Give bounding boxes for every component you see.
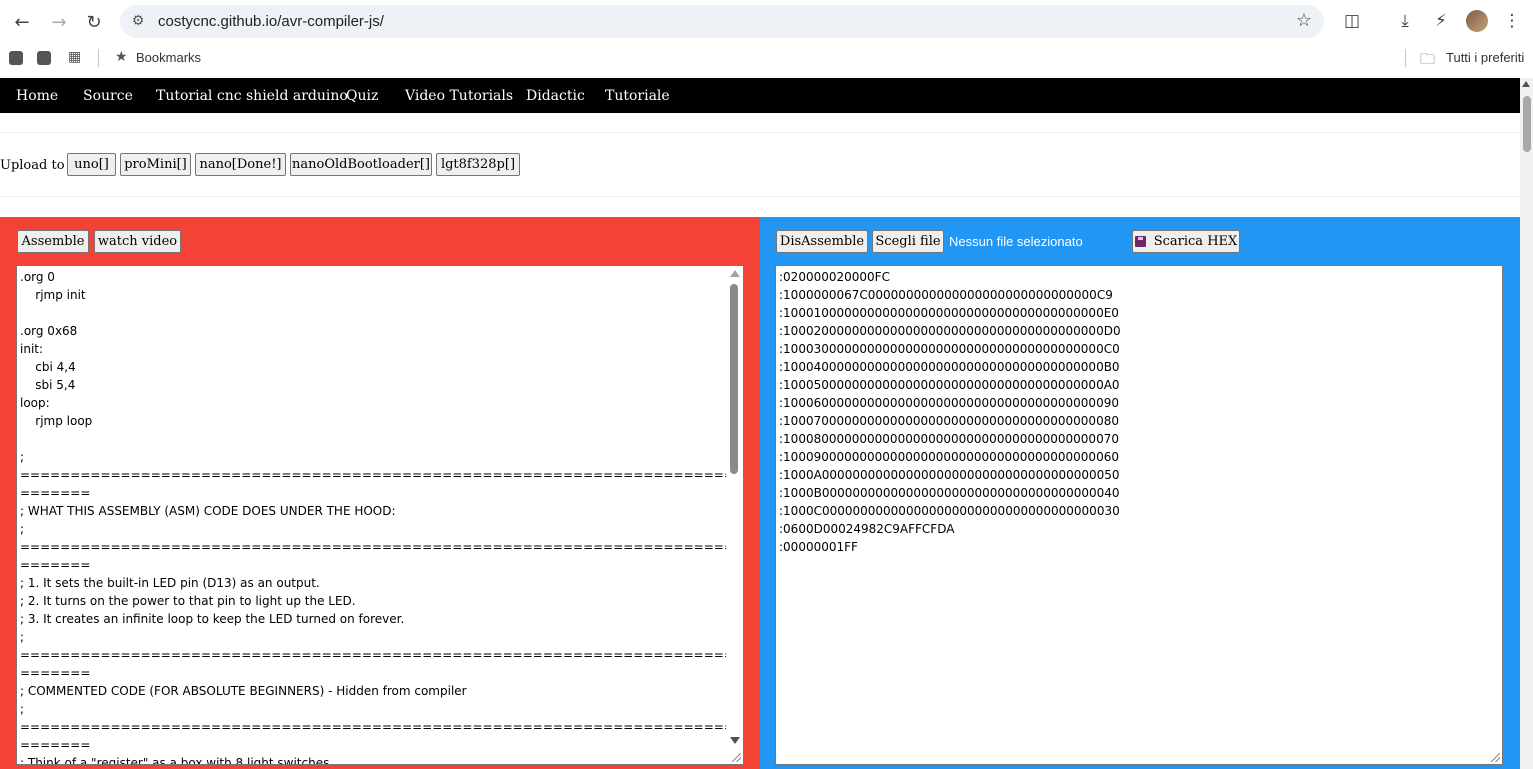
scroll-thumb[interactable] bbox=[730, 284, 738, 474]
no-file-selected-label: Nessun file selezionato bbox=[949, 234, 1083, 249]
nav-tutoriale[interactable]: Tutoriale bbox=[605, 88, 670, 104]
star-icon[interactable]: ☆ bbox=[1296, 10, 1312, 31]
upload-label: Upload to : bbox=[0, 158, 74, 173]
resize-handle-icon[interactable] bbox=[1491, 753, 1500, 762]
menu-icon[interactable]: ⋮ bbox=[1500, 9, 1524, 33]
choose-file-button[interactable]: Scegli file bbox=[872, 230, 944, 253]
editor-scrollbar[interactable] bbox=[726, 266, 743, 764]
nav-source[interactable]: Source bbox=[83, 88, 133, 104]
extensions-icon[interactable]: ◫ bbox=[1340, 9, 1364, 33]
upload-promini-button[interactable]: proMini[] bbox=[120, 153, 191, 176]
url-text[interactable]: costycnc.github.io/avr-compiler-js/ bbox=[158, 13, 384, 30]
disassemble-button[interactable]: DisAssemble bbox=[776, 230, 868, 253]
download-hex-label: Scarica HEX bbox=[1153, 234, 1238, 249]
download-icon[interactable]: ⤓ bbox=[1393, 9, 1417, 33]
upload-uno-button[interactable]: uno[] bbox=[67, 153, 116, 176]
asm-code-textarea[interactable]: .org 0 rjmp init .org 0x68 init: cbi 4,4… bbox=[16, 265, 744, 765]
apps-grid-icon[interactable]: ▦ bbox=[68, 50, 83, 65]
upload-nano-old-bootloader-button[interactable]: nanoOldBootloader[] bbox=[290, 153, 432, 176]
divider bbox=[1405, 49, 1406, 67]
all-favorites-folder[interactable]: Tutti i preferiti bbox=[1446, 50, 1524, 65]
avatar[interactable] bbox=[1466, 10, 1488, 32]
scroll-thumb[interactable] bbox=[1523, 96, 1531, 152]
nav-home[interactable]: Home bbox=[16, 88, 58, 104]
disassembler-panel: DisAssemble Scegli file Nessun file sele… bbox=[760, 217, 1520, 769]
scroll-up-icon[interactable] bbox=[1522, 81, 1530, 87]
bookmark-app-icon[interactable] bbox=[37, 51, 51, 65]
upload-lgt8f328p-button[interactable]: lgt8f328p[] bbox=[436, 153, 520, 176]
hex-output-textarea[interactable]: :020000020000FC :1000000067C000000000000… bbox=[775, 265, 1503, 765]
bookmarks-folder[interactable]: Bookmarks bbox=[136, 50, 201, 65]
divider bbox=[0, 132, 1520, 133]
reload-icon[interactable]: ↻ bbox=[80, 8, 108, 36]
assemble-button[interactable]: Assemble bbox=[17, 230, 89, 253]
page-scrollbar[interactable] bbox=[1520, 78, 1533, 769]
assembler-panel: Assemble watch video .org 0 rjmp init .o… bbox=[0, 217, 760, 769]
nav-didactic[interactable]: Didactic bbox=[526, 88, 585, 104]
bookmarks-bar: ▦ ★ Bookmarks 🗀 Tutti i preferiti bbox=[0, 44, 1533, 72]
site-navbar: Home Source Tutorial cnc shield arduino … bbox=[0, 78, 1520, 113]
bookmark-app-icon[interactable] bbox=[9, 51, 23, 65]
folder-icon: 🗀 bbox=[1420, 50, 1436, 68]
resize-handle-icon[interactable] bbox=[732, 753, 741, 762]
performance-icon[interactable]: ⚡ bbox=[1429, 9, 1453, 33]
browser-toolbar: ← → ↻ ⚙ costycnc.github.io/avr-compiler-… bbox=[0, 0, 1533, 78]
nav-video-tutorials[interactable]: Video Tutorials bbox=[405, 88, 513, 104]
divider bbox=[98, 49, 99, 67]
nav-tutorial-cnc-shield[interactable]: Tutorial cnc shield arduino bbox=[156, 88, 348, 104]
forward-icon[interactable]: → bbox=[45, 8, 73, 36]
download-hex-button[interactable]: Scarica HEX bbox=[1132, 230, 1240, 253]
divider bbox=[0, 196, 1520, 197]
bookmark-star-icon: ★ bbox=[115, 49, 128, 65]
scroll-up-icon[interactable] bbox=[730, 270, 740, 277]
address-bar[interactable]: ⚙ costycnc.github.io/avr-compiler-js/ ☆ bbox=[120, 5, 1324, 38]
watch-video-button[interactable]: watch video bbox=[94, 230, 181, 253]
scroll-down-icon[interactable] bbox=[730, 737, 740, 744]
nav-quiz[interactable]: Quiz bbox=[346, 88, 378, 104]
asm-code-text[interactable]: .org 0 rjmp init .org 0x68 init: cbi 4,4… bbox=[20, 268, 743, 764]
back-icon[interactable]: ← bbox=[8, 8, 36, 36]
upload-nano-button[interactable]: nano[Done!] bbox=[195, 153, 286, 176]
hex-output-text[interactable]: :020000020000FC :1000000067C000000000000… bbox=[779, 268, 1121, 556]
site-settings-icon[interactable]: ⚙ bbox=[128, 11, 148, 31]
floppy-disk-icon bbox=[1134, 236, 1146, 247]
